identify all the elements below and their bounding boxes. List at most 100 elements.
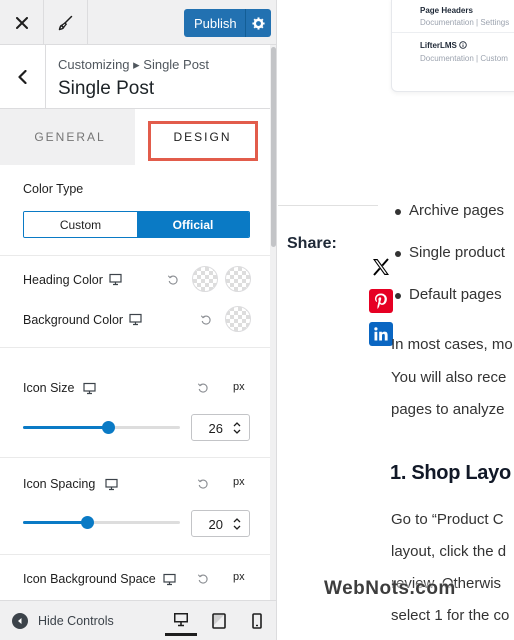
tab-general[interactable]: GENERAL	[0, 109, 140, 165]
card-page-headers: Page Headers	[420, 6, 473, 15]
reset-icon[interactable]	[197, 382, 209, 394]
pinterest-icon	[375, 293, 387, 309]
paragraph-line: You will also rece	[391, 369, 507, 386]
preview-mobile-button[interactable]	[241, 606, 273, 636]
preview-settings-card: Page Headers Documentation | Settings Li…	[391, 0, 514, 92]
icon-background-space-unit[interactable]: px	[233, 571, 245, 583]
gear-icon	[252, 16, 265, 30]
breadcrumb: Customizing ▸ Single Post	[58, 57, 210, 72]
site-preview: Page Headers Documentation | Settings Li…	[278, 0, 514, 640]
icon-spacing-label: Icon Spacing	[23, 477, 96, 491]
icon-size-label: Icon Size	[23, 381, 75, 395]
heading-hover-color-swatch[interactable]	[225, 266, 251, 292]
x-share-button[interactable]	[369, 255, 393, 279]
hide-controls-label: Hide Controls	[38, 614, 114, 628]
reset-icon[interactable]	[197, 573, 209, 585]
hide-controls-button[interactable]: Hide Controls	[12, 609, 114, 633]
preview-desktop-button[interactable]	[165, 606, 197, 636]
bullet-item: Default pages	[409, 286, 502, 303]
close-icon	[15, 16, 28, 29]
publish-settings-button[interactable]	[245, 9, 271, 37]
linkedin-icon	[374, 327, 388, 341]
bullet-item: Single product	[409, 244, 505, 261]
customizer-sidebar: Publish Customizing ▸ Single Post Single…	[0, 0, 277, 640]
icon-spacing-input[interactable]: 20	[191, 510, 250, 537]
paragraph-line: Go to “Product C	[391, 511, 504, 528]
desktop-monitor-icon[interactable]	[105, 478, 118, 491]
background-color-label: Background Color	[23, 313, 124, 327]
card-page-headers-links[interactable]: Documentation | Settings	[420, 18, 509, 27]
article-heading: 1. Shop Layo	[390, 462, 511, 484]
desktop-monitor-icon[interactable]	[83, 382, 96, 395]
mobile-icon	[252, 613, 262, 629]
panel-title: Single Post	[58, 78, 155, 99]
desktop-monitor-icon[interactable]	[129, 313, 142, 326]
sidebar-scrollbar[interactable]	[270, 45, 276, 600]
icon-size-value: 26	[208, 421, 223, 436]
bullet-dot	[395, 293, 401, 299]
icon-size-input[interactable]: 26	[191, 414, 250, 441]
slider-handle[interactable]	[81, 516, 95, 529]
icon-background-space-label: Icon Background Space	[23, 572, 156, 586]
card-lifterlms-links[interactable]: Documentation | Custom	[420, 54, 508, 63]
close-button[interactable]	[0, 0, 44, 45]
icon-size-unit[interactable]: px	[233, 381, 245, 393]
bullet-dot	[395, 251, 401, 257]
color-type-custom-option[interactable]: Custom	[24, 212, 137, 237]
color-type-toggle: Custom Official	[23, 211, 250, 238]
tab-design[interactable]: DESIGN	[135, 109, 270, 165]
slider-fill	[23, 521, 88, 524]
bullet-dot	[395, 209, 401, 215]
reset-icon[interactable]	[200, 314, 212, 326]
brush-icon	[58, 15, 72, 30]
watermark: WebNots.com	[324, 578, 456, 599]
panel-header: Customizing ▸ Single Post Single Post	[0, 45, 270, 109]
icon-spacing-unit[interactable]: px	[233, 476, 245, 488]
icon-size-slider[interactable]	[23, 421, 180, 434]
design-brush-button[interactable]	[44, 0, 88, 45]
divider	[0, 457, 270, 458]
stepper-arrows-icon[interactable]	[233, 517, 241, 531]
divider	[278, 205, 378, 206]
divider	[0, 554, 270, 555]
info-icon	[459, 41, 467, 49]
card-lifterlms-label: LifterLMS	[420, 41, 457, 50]
paragraph-line: pages to analyze	[391, 401, 505, 418]
collapse-arrow-icon	[12, 613, 28, 629]
tablet-icon	[212, 613, 226, 629]
reset-icon[interactable]	[197, 478, 209, 490]
chevron-left-icon	[18, 70, 27, 84]
paragraph-line: layout, click the d	[391, 543, 507, 560]
reset-icon[interactable]	[167, 274, 179, 286]
settings-tabs: GENERAL DESIGN	[0, 109, 270, 165]
divider	[0, 347, 270, 348]
icon-spacing-value: 20	[208, 517, 223, 532]
color-type-label: Color Type	[23, 182, 84, 196]
background-color-swatch[interactable]	[225, 306, 251, 332]
publish-label: Publish	[194, 15, 237, 31]
pinterest-share-button[interactable]	[369, 289, 393, 313]
share-label: Share:	[287, 235, 337, 252]
publish-button[interactable]: Publish	[184, 9, 271, 37]
linkedin-share-button[interactable]	[369, 322, 393, 346]
customizer-footer: Hide Controls	[0, 600, 276, 640]
color-type-official-option[interactable]: Official	[137, 212, 249, 237]
heading-color-label: Heading Color	[23, 273, 103, 287]
desktop-monitor-icon[interactable]	[163, 573, 176, 586]
slider-handle[interactable]	[101, 421, 115, 434]
bullet-item: Archive pages	[409, 202, 505, 219]
scrollbar-thumb[interactable]	[271, 47, 276, 247]
paragraph-line: select 1 for the co	[391, 607, 510, 624]
desktop-monitor-icon[interactable]	[109, 273, 122, 286]
heading-color-swatch[interactable]	[192, 266, 218, 292]
card-lifterlms: LifterLMS	[420, 41, 467, 50]
design-options: Color Type Custom Official Heading Color…	[0, 165, 270, 600]
divider	[392, 32, 514, 33]
x-twitter-icon	[373, 258, 389, 276]
preview-tablet-button[interactable]	[203, 606, 235, 636]
paragraph-line: In most cases, mo	[391, 336, 513, 353]
icon-spacing-slider[interactable]	[23, 516, 180, 529]
divider	[0, 255, 270, 256]
back-button[interactable]	[0, 45, 46, 109]
stepper-arrows-icon[interactable]	[233, 421, 241, 435]
